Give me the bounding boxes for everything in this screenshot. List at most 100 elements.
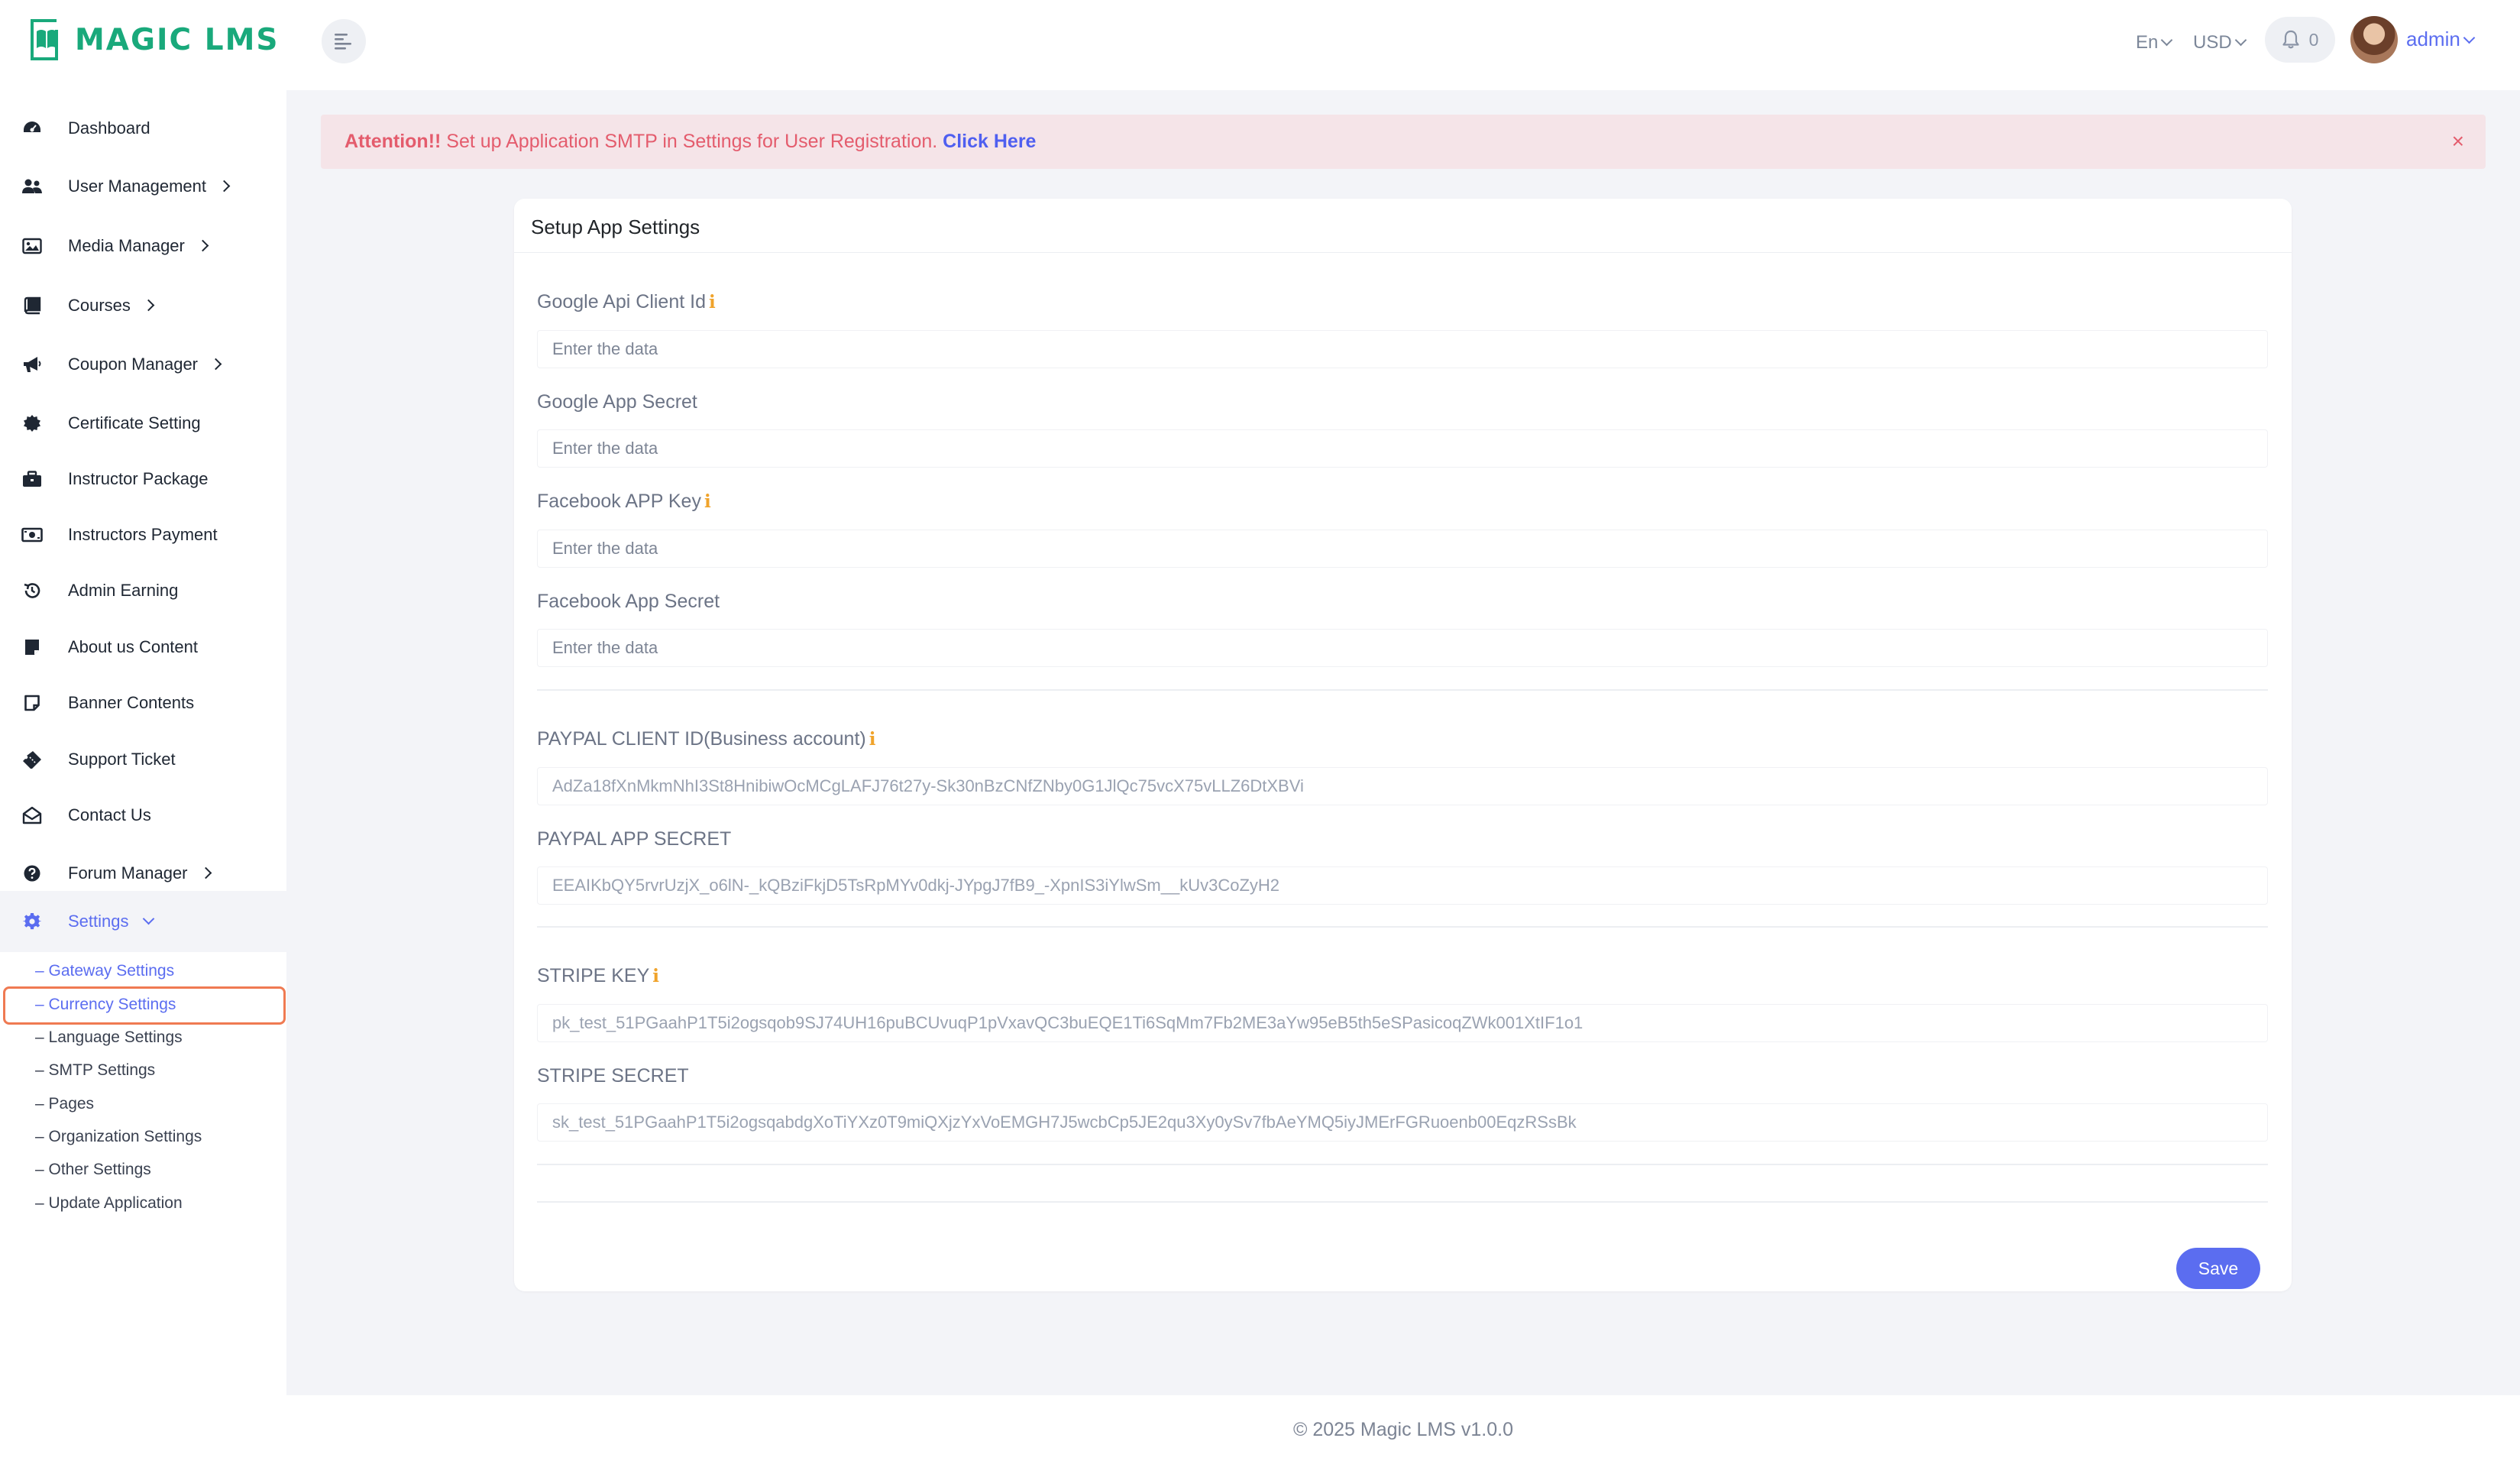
megaphone-icon xyxy=(21,353,44,376)
card-title: Setup App Settings xyxy=(531,215,700,238)
chevron-right-icon xyxy=(142,299,155,312)
save-button[interactable]: Save xyxy=(2176,1248,2260,1289)
alert-click-here-link[interactable]: Click Here xyxy=(943,131,1036,152)
sidebar-item-label: User Management xyxy=(68,177,231,196)
chevron-down-icon xyxy=(2161,34,2173,47)
align-left-icon xyxy=(335,34,351,50)
chevron-right-icon xyxy=(196,239,209,252)
users-icon xyxy=(21,175,44,198)
sidebar-item-support-ticket[interactable]: Support Ticket xyxy=(0,733,286,786)
paypal-secret-input[interactable] xyxy=(537,866,2268,905)
facebook-secret-label: Facebook App Secret xyxy=(537,591,720,612)
sidebar-item-label: Coupon Manager xyxy=(68,355,222,374)
sidebar-item-instructor-package[interactable]: Instructor Package xyxy=(0,452,286,506)
sidebar-item-label: Support Ticket xyxy=(68,750,176,769)
image-icon xyxy=(21,235,44,257)
sidebar-item-settings[interactable]: Settings xyxy=(0,891,286,952)
sidebar-item-instructors-payment[interactable]: Instructors Payment xyxy=(0,508,286,562)
info-icon[interactable]: i xyxy=(704,491,711,512)
sidebar-item-dashboard[interactable]: Dashboard xyxy=(0,102,286,155)
sidebar-item-certificate-setting[interactable]: Certificate Setting xyxy=(0,397,286,450)
app-logo[interactable]: MAGIC LMS xyxy=(26,15,279,64)
user-name: admin xyxy=(2406,28,2460,50)
sub-item-pages[interactable]: – Pages xyxy=(35,1095,94,1113)
top-header: MAGIC LMS En USD 0 admin xyxy=(0,0,2520,90)
envelope-open-icon xyxy=(21,804,44,827)
chevron-right-icon xyxy=(199,866,212,879)
stripe-key-label: STRIPE KEY i xyxy=(537,965,660,986)
currency-selector[interactable]: USD xyxy=(2193,32,2247,53)
language-label: En xyxy=(2136,32,2159,53)
footer: © 2025 Magic LMS v1.0.0 xyxy=(286,1395,2520,1464)
main-content: Attention!! Set up Application SMTP in S… xyxy=(286,90,2520,1395)
alert-text: Attention!! Set up Application SMTP in S… xyxy=(345,131,1036,153)
sidebar: Dashboard User Management Media Manager … xyxy=(0,90,286,1464)
sub-item-gateway-settings[interactable]: – Gateway Settings xyxy=(35,962,174,980)
copyright-text: © 2025 Magic LMS v1.0.0 xyxy=(1292,1418,1513,1440)
info-icon[interactable]: i xyxy=(869,729,876,750)
bell-icon xyxy=(2282,30,2299,49)
chevron-right-icon xyxy=(218,180,231,193)
divider xyxy=(537,1201,2268,1203)
sidebar-item-media-manager[interactable]: Media Manager xyxy=(0,219,286,273)
notifications-button[interactable]: 0 xyxy=(2265,17,2335,63)
sub-item-other-settings[interactable]: – Other Settings xyxy=(35,1161,151,1179)
close-icon[interactable]: × xyxy=(2452,130,2464,153)
sidebar-item-banner-contents[interactable]: Banner Contents xyxy=(0,676,286,730)
sub-item-organization-settings[interactable]: – Organization Settings xyxy=(35,1128,202,1146)
certificate-icon xyxy=(21,412,44,435)
facebook-key-input[interactable] xyxy=(537,530,2268,568)
stripe-secret-input[interactable] xyxy=(537,1103,2268,1142)
language-selector[interactable]: En xyxy=(2136,32,2173,53)
sidebar-item-user-management[interactable]: User Management xyxy=(0,160,286,213)
google-client-id-label: Google Api Client Id i xyxy=(537,291,716,313)
money-icon xyxy=(21,523,44,546)
divider xyxy=(537,926,2268,928)
menu-toggle-button[interactable] xyxy=(322,19,366,63)
stripe-key-input[interactable] xyxy=(537,1004,2268,1042)
sub-item-update-application[interactable]: – Update Application xyxy=(35,1194,183,1213)
briefcase-icon xyxy=(21,468,44,491)
sidebar-item-label: Admin Earning xyxy=(68,581,179,600)
facebook-secret-input[interactable] xyxy=(537,629,2268,667)
divider xyxy=(537,689,2268,691)
smtp-alert: Attention!! Set up Application SMTP in S… xyxy=(321,115,2486,169)
gear-icon xyxy=(21,910,44,933)
divider xyxy=(537,1164,2268,1165)
ticket-icon xyxy=(21,748,44,771)
sidebar-item-label: Settings xyxy=(68,912,154,931)
selected-sub-item-highlight xyxy=(3,986,286,1025)
sub-item-smtp-settings[interactable]: – SMTP Settings xyxy=(35,1061,155,1080)
sidebar-item-label: Instructor Package xyxy=(68,469,209,488)
chevron-down-icon xyxy=(2234,34,2247,47)
avatar[interactable] xyxy=(2350,16,2398,63)
info-icon[interactable]: i xyxy=(709,292,716,313)
sidebar-item-courses[interactable]: Courses xyxy=(0,279,286,332)
chevron-down-icon xyxy=(142,912,154,925)
currency-label: USD xyxy=(2193,32,2232,53)
google-client-id-input[interactable] xyxy=(537,330,2268,368)
logo-text: MAGIC LMS xyxy=(75,22,280,57)
sidebar-item-label: Courses xyxy=(68,296,155,316)
google-secret-label: Google App Secret xyxy=(537,391,697,413)
stripe-secret-label: STRIPE SECRET xyxy=(537,1065,689,1087)
sticky-note-icon xyxy=(21,692,44,714)
sidebar-item-label: Certificate Setting xyxy=(68,413,201,432)
sub-item-language-settings[interactable]: – Language Settings xyxy=(35,1028,183,1047)
book-icon xyxy=(21,294,44,317)
sidebar-item-label: Dashboard xyxy=(68,118,150,138)
sidebar-item-label: Instructors Payment xyxy=(68,525,218,544)
info-icon[interactable]: i xyxy=(652,966,659,986)
facebook-key-label: Facebook APP Key i xyxy=(537,491,711,512)
app-settings-card: Setup App Settings Google Api Client Id i… xyxy=(514,199,2292,1291)
sidebar-item-admin-earning[interactable]: Admin Earning xyxy=(0,564,286,617)
logo-book-icon xyxy=(31,19,58,60)
sidebar-item-contact-us[interactable]: Contact Us xyxy=(0,789,286,842)
alert-prefix: Attention!! xyxy=(345,131,442,152)
sidebar-item-coupon-manager[interactable]: Coupon Manager xyxy=(0,338,286,391)
google-secret-input[interactable] xyxy=(537,429,2268,468)
question-icon xyxy=(21,862,44,885)
sidebar-item-about-us-content[interactable]: About us Content xyxy=(0,620,286,674)
user-menu[interactable]: admin xyxy=(2406,28,2476,51)
paypal-client-id-input[interactable] xyxy=(537,767,2268,805)
